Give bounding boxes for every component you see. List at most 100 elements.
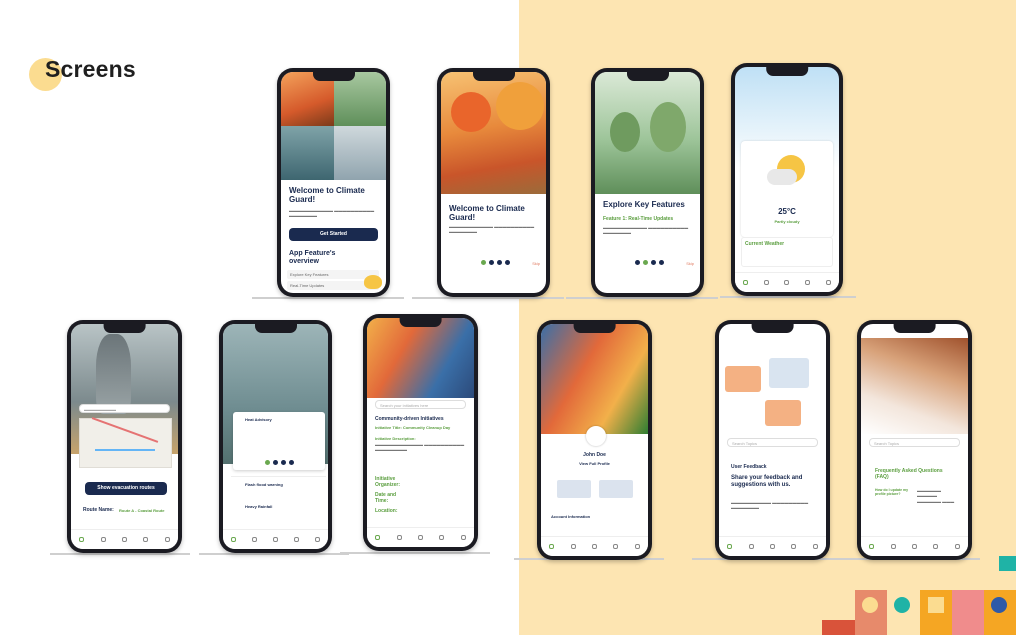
temperature: 25°C — [778, 207, 796, 216]
bell-icon[interactable] — [763, 280, 769, 285]
get-started-button[interactable]: Get Started — [289, 228, 378, 241]
phone-shadow — [340, 552, 490, 554]
group-icon[interactable] — [769, 544, 775, 549]
home-icon[interactable] — [231, 537, 236, 542]
settings-icon[interactable] — [460, 535, 466, 540]
partly-cloudy-icon — [767, 155, 807, 189]
chat-icon[interactable] — [439, 535, 445, 540]
welcome-title: Welcome to Climate Guard! — [449, 204, 525, 223]
settings-icon[interactable] — [826, 280, 832, 285]
chat-icon[interactable] — [613, 544, 619, 549]
screen: 25°C Partly cloudy Current Weather — [735, 67, 839, 292]
chat-icon[interactable] — [294, 537, 299, 542]
faq-title: Frequently Asked Questions (FAQ) — [875, 468, 943, 480]
screen: Search Topics Frequently Asked Questions… — [861, 324, 968, 556]
faq-question[interactable]: How do I update my profile picture? — [875, 488, 911, 496]
notch — [573, 324, 616, 333]
home-icon[interactable] — [375, 535, 381, 540]
autumn-illustration — [441, 72, 546, 194]
bell-icon[interactable] — [890, 544, 896, 549]
chat-icon[interactable] — [933, 544, 939, 549]
feedback-label: User Feedback — [731, 464, 767, 470]
notch — [893, 324, 936, 333]
stat-card — [599, 480, 633, 498]
group-icon[interactable] — [273, 537, 278, 542]
faq-answer: ▬▬▬▬▬▬ ▬▬▬▬▬ ▬▬▬▬▬▬ ▬▬▬ — [917, 488, 955, 504]
notch — [103, 324, 146, 333]
avatar[interactable] — [586, 426, 606, 446]
condition: Partly cloudy — [774, 219, 800, 224]
settings-icon[interactable] — [164, 537, 170, 542]
bell-icon[interactable] — [396, 535, 402, 540]
group-icon[interactable] — [591, 544, 597, 549]
account-information[interactable]: Account Information — [551, 514, 590, 519]
chat-icon[interactable] — [791, 544, 797, 549]
phone-features: Explore Key Features Feature 1: Real-Tim… — [591, 68, 704, 297]
decor-block — [822, 620, 855, 635]
phone-welcome-overview: Welcome to Climate Guard! ▬▬▬▬▬▬▬▬▬▬▬ ▬▬… — [277, 68, 390, 297]
group-icon[interactable] — [911, 544, 917, 549]
home-icon[interactable] — [549, 544, 555, 549]
bottom-nav — [367, 527, 474, 547]
home-icon[interactable] — [869, 544, 875, 549]
home-icon[interactable] — [79, 537, 85, 542]
sun-cloud-icon — [364, 275, 382, 289]
phone-shadow — [412, 297, 564, 299]
view-full-profile-link[interactable]: View Full Profile — [541, 461, 648, 466]
skip-link[interactable]: Skip — [686, 261, 694, 266]
feedback-title: Share your feedback and suggestions with… — [731, 475, 803, 488]
search-input[interactable]: ▬▬▬▬▬▬▬▬ — [79, 404, 170, 413]
flood-warning: Flash flood warning — [245, 482, 283, 487]
bell-icon[interactable] — [100, 537, 106, 542]
group-icon[interactable] — [417, 535, 423, 540]
decor-circle — [894, 597, 910, 613]
date-label: Date and Time: — [375, 492, 397, 504]
decor-circle — [862, 597, 878, 613]
group-icon[interactable] — [784, 280, 790, 285]
notch — [766, 67, 808, 76]
decor-circle — [991, 597, 1007, 613]
chat-icon[interactable] — [805, 280, 811, 285]
screen: Search Topics User Feedback Share your f… — [719, 324, 826, 556]
team-illustration — [719, 338, 826, 438]
settings-icon[interactable] — [812, 544, 818, 549]
page-title: Screens — [45, 56, 136, 82]
search-input[interactable]: Search your initiatives here — [375, 400, 466, 409]
phone-shadow — [252, 297, 404, 299]
home-icon[interactable] — [727, 544, 733, 549]
bell-icon[interactable] — [252, 537, 257, 542]
heat-advisory: Heat Advisory — [245, 417, 272, 422]
settings-icon[interactable] — [634, 544, 640, 549]
notch — [254, 324, 297, 333]
show-evacuation-routes-button[interactable]: Show evacuation routes — [85, 482, 167, 495]
skip-link[interactable]: Skip — [532, 261, 540, 266]
map-view[interactable] — [79, 417, 172, 468]
phone-faq: Search Topics Frequently Asked Questions… — [857, 320, 972, 560]
pagination-dots — [481, 260, 510, 265]
decor-square — [928, 597, 944, 613]
group-icon[interactable] — [121, 537, 127, 542]
welcome-title: Welcome to Climate Guard! — [289, 186, 365, 205]
phone-shadow — [566, 297, 718, 299]
community-title: Community-driven Initiatives — [375, 416, 444, 422]
settings-icon[interactable] — [954, 544, 960, 549]
phone-community: Search your initiatives here Community-d… — [363, 314, 478, 551]
bell-icon[interactable] — [748, 544, 754, 549]
phone-welcome: Welcome to Climate Guard! ▬▬▬▬▬▬▬▬▬▬▬ ▬▬… — [437, 68, 550, 297]
pagination-dots — [265, 460, 294, 465]
bell-icon[interactable] — [570, 544, 576, 549]
notch — [472, 72, 515, 81]
search-input[interactable]: Search Topics — [727, 438, 818, 447]
bottom-nav — [223, 529, 328, 549]
home-icon[interactable] — [742, 280, 748, 285]
search-input[interactable]: Search Topics — [869, 438, 960, 447]
settings-icon[interactable] — [315, 537, 320, 542]
heavy-rainfall: Heavy Rainfall — [245, 504, 273, 509]
phone-shadow — [720, 296, 856, 298]
bottom-nav — [71, 529, 178, 549]
screen: Explore Key Features Feature 1: Real-Tim… — [595, 72, 700, 293]
people-illustration — [367, 318, 474, 398]
phone-shadow — [199, 553, 349, 555]
chat-icon[interactable] — [143, 537, 149, 542]
bottom-nav — [719, 536, 826, 556]
